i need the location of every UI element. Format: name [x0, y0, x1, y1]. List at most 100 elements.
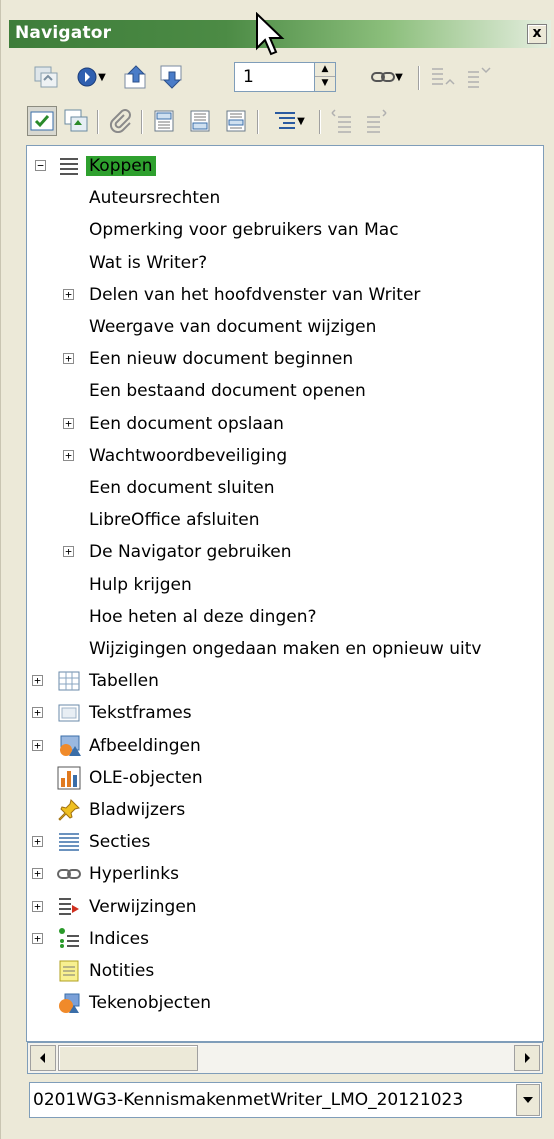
tree-item-headings[interactable]: − Koppen	[27, 152, 543, 182]
stepper-up-button[interactable]: ▲	[315, 63, 335, 77]
tree-item-heading[interactable]: Een document sluiten	[27, 474, 543, 504]
tree-item-heading[interactable]: Een bestaand document openen	[27, 377, 543, 407]
heading-levels-button[interactable]: ▼	[265, 106, 313, 136]
stepper-down-button[interactable]: ▼	[315, 77, 335, 90]
chevron-down-icon: ▼	[297, 115, 305, 127]
tree-item-tekstframes[interactable]: + Tekstframes	[27, 699, 543, 729]
tree-item-heading[interactable]: + Een nieuw document beginnen	[27, 345, 543, 375]
tree-item-indices[interactable]: + Indices	[27, 925, 543, 955]
tree-item-heading[interactable]: LibreOffice afsluiten	[27, 506, 543, 536]
chevron-down-icon	[523, 1097, 533, 1103]
frame-icon	[57, 701, 81, 725]
tree-item-heading[interactable]: Wat is Writer?	[27, 249, 543, 279]
tree-item-heading[interactable]: Weergave van document wijzigen	[27, 313, 543, 343]
chevron-down-icon: ▼	[98, 71, 106, 83]
demote-level-button[interactable]	[361, 106, 391, 136]
navigation-button[interactable]: ▼	[69, 62, 113, 92]
header-button[interactable]	[149, 106, 179, 136]
content-view-button[interactable]	[61, 106, 91, 136]
index-icon	[57, 927, 81, 951]
tree-item-heading[interactable]: + De Navigator gebruiken	[27, 538, 543, 568]
scroll-thumb[interactable]	[58, 1045, 198, 1071]
anchor-endnote-button[interactable]	[221, 106, 251, 136]
document-select-value: 0201WG3-KennismakenmetWriter_LMO_2012102…	[33, 1090, 464, 1110]
tree-item-label: Hoe heten al deze dingen?	[89, 606, 317, 627]
tree-item-heading[interactable]: Hulp krijgen	[27, 571, 543, 601]
ole-chart-icon	[57, 766, 81, 790]
next-object-button[interactable]	[157, 62, 187, 92]
tree-item-label: Auteursrechten	[89, 188, 221, 209]
tree-item-label: Wachtwoordbeveiliging	[89, 445, 288, 466]
scroll-right-button[interactable]	[514, 1045, 540, 1071]
tree-item-afbeeldingen[interactable]: + Afbeeldingen	[27, 732, 543, 762]
tree-item-notities[interactable]: Notities	[27, 957, 543, 987]
expand-toggle[interactable]: +	[32, 675, 43, 687]
insert-button[interactable]	[105, 106, 135, 136]
promote-level-icon	[331, 109, 351, 133]
mouse-cursor-icon	[256, 12, 285, 56]
tree-item-label: De Navigator gebruiken	[89, 542, 292, 563]
tree-item-label: Delen van het hoofdvenster van Writer	[89, 284, 421, 305]
tree-item-label: Hyperlinks	[89, 864, 180, 885]
tree-item-heading[interactable]: + Een document opslaan	[27, 410, 543, 440]
tree-item-label: Tabellen	[89, 671, 159, 692]
tree-item-heading[interactable]: Opmerking voor gebruikers van Mac	[27, 216, 543, 246]
tree-item-secties[interactable]: + Secties	[27, 828, 543, 858]
hyperlink-chain-icon	[371, 72, 396, 82]
promote-level-button[interactable]	[327, 106, 357, 136]
tree-item-label: Wijzigingen ongedaan maken en opnieuw ui…	[89, 639, 482, 659]
expand-toggle[interactable]: +	[32, 707, 43, 719]
horizontal-scrollbar[interactable]	[27, 1042, 543, 1074]
tree-item-bladwijzers[interactable]: Bladwijzers	[27, 796, 543, 826]
promote-chapter-button[interactable]	[427, 62, 457, 92]
navigator-window: Navigator x ▼ 1 ▲ ▼ ▼ ▼ − Koppen Auteurs…	[0, 0, 554, 1139]
drag-mode-button[interactable]: ▼	[363, 62, 411, 92]
tree-item-label: Tekenobjecten	[89, 993, 212, 1014]
tree-item-heading[interactable]: Wijzigingen ongedaan maken en opnieuw ui…	[27, 635, 543, 665]
expand-toggle[interactable]: +	[32, 739, 43, 751]
previous-arrow-icon	[124, 65, 146, 89]
master-view-icon	[34, 66, 58, 88]
tree-item-heading[interactable]: Auteursrechten	[27, 184, 543, 214]
tree-item-label: Secties	[89, 832, 151, 853]
next-arrow-icon	[160, 65, 182, 89]
content-tree[interactable]: − Koppen Auteursrechten Opmerking voor gebr…	[26, 145, 544, 1042]
tree-item-tabellen[interactable]: + Tabellen	[27, 667, 543, 697]
document-dropdown-button[interactable]	[516, 1084, 540, 1116]
previous-object-button[interactable]	[121, 62, 151, 92]
collapse-toggle[interactable]: −	[35, 160, 46, 171]
expand-toggle[interactable]: +	[32, 932, 43, 944]
tree-item-heading[interactable]: + Delen van het hoofdvenster van Writer	[27, 281, 543, 311]
expand-toggle[interactable]: +	[63, 546, 74, 558]
tree-item-verwijzingen[interactable]: + Verwijzingen	[27, 893, 543, 923]
expand-toggle[interactable]: +	[32, 868, 43, 880]
heading-levels-icon	[275, 112, 296, 129]
expand-toggle[interactable]: +	[32, 900, 43, 912]
expand-toggle[interactable]: +	[63, 288, 74, 300]
anchor-text-icon	[226, 110, 246, 132]
tree-item-hyperlinks[interactable]: + Hyperlinks	[27, 860, 543, 890]
demote-chapter-button[interactable]	[463, 62, 493, 92]
tree-item-heading[interactable]: Hoe heten al deze dingen?	[27, 603, 543, 633]
expand-toggle[interactable]: +	[63, 449, 74, 461]
footer-button[interactable]	[185, 106, 215, 136]
list-box-on-button[interactable]	[27, 106, 57, 136]
tree-item-heading[interactable]: + Wachtwoordbeveiliging	[27, 442, 543, 472]
tree-item-label: Verwijzingen	[89, 896, 197, 917]
expand-toggle[interactable]: +	[63, 417, 74, 429]
window-title: Navigator	[15, 23, 112, 43]
scroll-left-button[interactable]	[30, 1045, 56, 1071]
tree-item-tekenobjecten[interactable]: Tekenobjecten	[27, 989, 543, 1019]
document-select[interactable]: 0201WG3-KennismakenmetWriter_LMO_2012102…	[29, 1082, 542, 1118]
tree-item-ole-objecten[interactable]: OLE-objecten	[27, 764, 543, 794]
page-number-value[interactable]: 1	[243, 67, 254, 87]
tree-item-label: Hulp krijgen	[89, 574, 192, 595]
expand-toggle[interactable]: +	[63, 353, 74, 365]
tree-item-label: Indices	[89, 928, 149, 949]
tree-item-label: Een nieuw document beginnen	[89, 349, 354, 370]
toggle-master-view-button[interactable]	[31, 62, 61, 92]
close-button[interactable]: x	[527, 24, 547, 44]
page-number-stepper[interactable]: 1 ▲ ▼	[234, 62, 336, 92]
expand-toggle[interactable]: +	[32, 836, 43, 848]
tree-item-label: Een document sluiten	[89, 478, 275, 498]
